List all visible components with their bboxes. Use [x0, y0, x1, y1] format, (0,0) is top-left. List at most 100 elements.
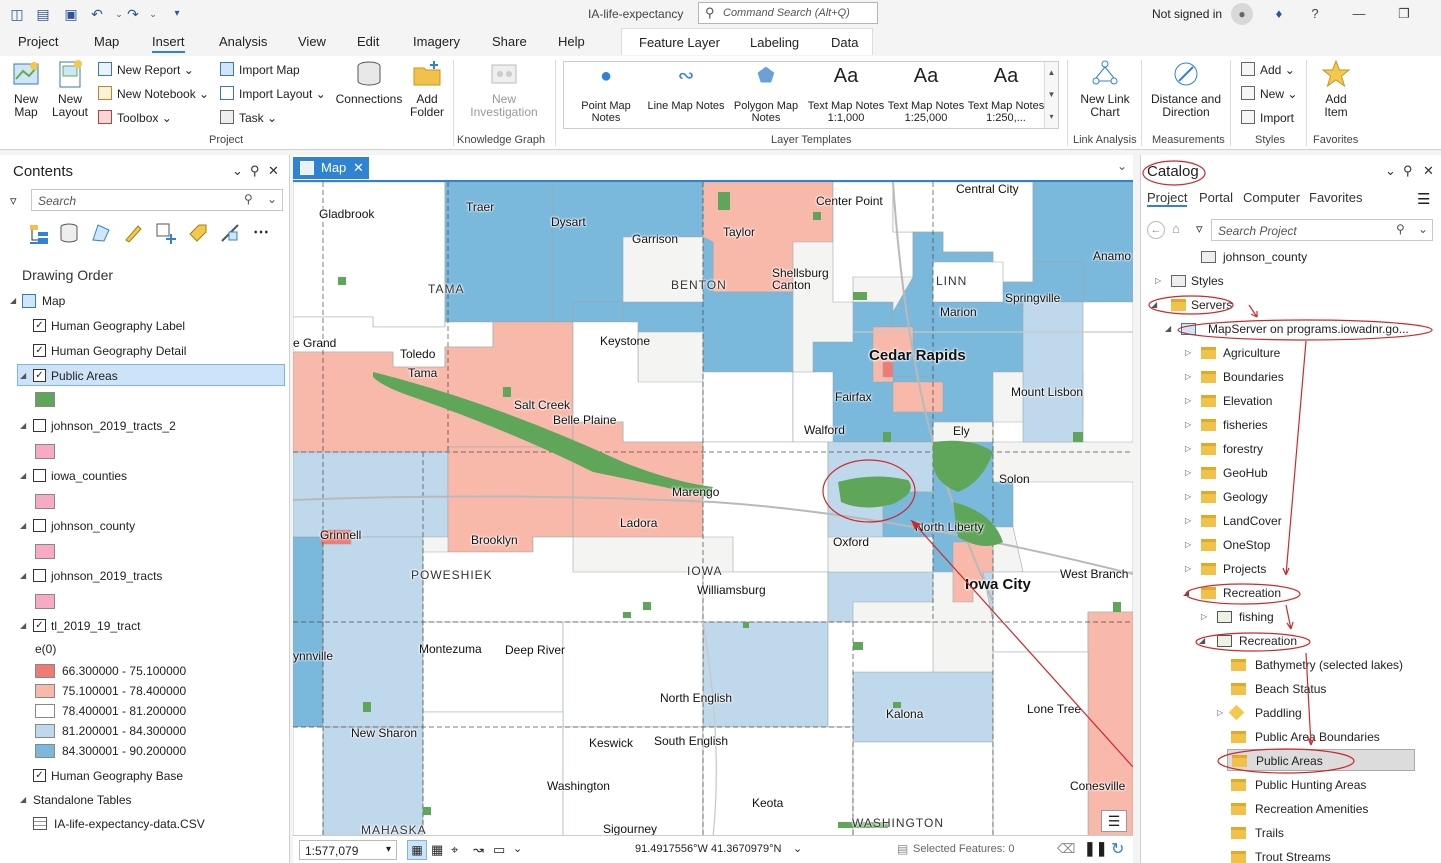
save-icon[interactable]: ▣ [62, 5, 80, 23]
grid-icon[interactable]: ▦ [431, 842, 443, 858]
list-by-source-icon[interactable] [58, 222, 80, 244]
pin-icon[interactable]: ⚲ [1403, 163, 1413, 179]
close-icon[interactable]: ✕ [268, 163, 279, 179]
customize-toolbar-icon[interactable]: ▾ [168, 5, 186, 23]
text-map-notes-25000-template[interactable]: Aa Text Map Notes 1:25,000 [886, 62, 966, 128]
list-by-drawing-order-icon[interactable] [28, 222, 50, 244]
catalog-search-input[interactable]: Search Project ⚲ ⌄ [1211, 219, 1433, 241]
expand-arrow-icon[interactable]: ▷ [1185, 510, 1191, 532]
tab-help[interactable]: Help [558, 34, 585, 49]
catalog-layer-paddling[interactable]: ▷ Paddling [1217, 702, 1302, 724]
catalog-folder-agriculture[interactable]: ▷ Agriculture [1185, 342, 1280, 364]
expand-arrow-icon[interactable]: ▷ [1185, 438, 1191, 460]
collapse-arrow-icon[interactable]: ◢ [20, 515, 26, 537]
catalog-folder-geology[interactable]: ▷ Geology [1185, 486, 1268, 508]
catalog-folder-forestry[interactable]: ▷ forestry [1185, 438, 1263, 460]
import-map-button[interactable]: Import Map [220, 62, 300, 77]
layer-tl-2019-19-tract[interactable]: ◢ ✓ tl_2019_19_tract [0, 615, 285, 637]
tab-dropdown-icon[interactable]: ⌄ [1117, 159, 1127, 173]
gallery-scrollbar[interactable]: ▲ ▼ ▾ [1044, 62, 1058, 128]
collapse-arrow-icon[interactable]: ◢ [20, 365, 26, 387]
snapping-icon[interactable]: ↝ [473, 842, 484, 858]
scroll-down-icon[interactable]: ▼ [1045, 84, 1058, 106]
collapse-arrow-icon[interactable]: ◢ [20, 789, 26, 811]
tab-project[interactable]: Project [18, 34, 58, 49]
layer-checkbox[interactable]: ✓ [33, 769, 46, 782]
expand-arrow-icon[interactable]: ▷ [1185, 534, 1191, 556]
catalog-item-styles[interactable]: ▷ Styles [1155, 270, 1224, 292]
polygon-map-notes-template[interactable]: ⬟ Polygon Map Notes [726, 62, 806, 128]
catalog-folder-projects[interactable]: ▷ Projects [1185, 558, 1266, 580]
refresh-icon[interactable]: ↻ [1111, 839, 1124, 859]
catalog-layer-bathymetry[interactable]: Bathymetry (selected lakes) [1231, 654, 1403, 676]
layer-human-geography-detail[interactable]: ✓ Human Geography Detail [0, 340, 285, 362]
layer-human-geography-label[interactable]: ✓ Human Geography Label [0, 315, 285, 337]
constraint-icon[interactable]: ▭ [493, 842, 505, 858]
collapse-arrow-icon[interactable]: ◢ [20, 615, 26, 637]
open-project-icon[interactable]: ◫ [8, 5, 26, 23]
tab-feature-layer[interactable]: Feature Layer [639, 35, 720, 50]
task-button[interactable]: Task ⌄ [220, 110, 277, 125]
public-areas-symbol[interactable] [35, 392, 55, 407]
map-canvas[interactable]: Gladbrook Traer Dysart Garrison Taylor C… [293, 180, 1133, 835]
layer-public-areas[interactable]: ◢ ✓ Public Areas [17, 364, 285, 386]
expand-arrow-icon[interactable]: ▷ [1217, 702, 1223, 724]
add-folder-button[interactable]: Add Folder [406, 59, 448, 119]
expand-arrow-icon[interactable]: ▷ [1185, 558, 1191, 580]
collapse-arrow-icon[interactable]: ◢ [20, 465, 26, 487]
minimize-icon[interactable]: — [1350, 5, 1368, 23]
coordinates-dropdown-icon[interactable]: ⌄ [793, 842, 802, 855]
catalog-folder-elevation[interactable]: ▷ Elevation [1185, 390, 1272, 412]
catalog-layer-public-hunting-areas[interactable]: Public Hunting Areas [1231, 774, 1366, 796]
catalog-layer-trails[interactable]: Trails [1231, 822, 1284, 844]
layer-checkbox[interactable]: ✓ [33, 369, 46, 382]
layer-johnson-2019-tracts[interactable]: ◢ johnson_2019_tracts [0, 565, 285, 587]
list-by-selection-icon[interactable] [90, 222, 112, 244]
redo-dropdown-icon[interactable]: ⌄ [144, 5, 162, 23]
options-dropdown-icon[interactable]: ⌄ [513, 842, 522, 855]
tab-map[interactable]: Map [94, 34, 119, 49]
collapse-arrow-icon[interactable]: ◢ [1183, 582, 1189, 604]
close-icon[interactable]: ✕ [1423, 163, 1434, 179]
collapse-arrow-icon[interactable]: ◢ [10, 290, 16, 312]
avatar[interactable]: ● [1231, 3, 1253, 25]
import-style-button[interactable]: Import [1241, 110, 1294, 125]
redo-icon[interactable]: ↷ [124, 5, 142, 23]
folder-icon[interactable]: ▤ [34, 5, 52, 23]
new-map-button[interactable]: New Map [6, 59, 46, 119]
layer-checkbox[interactable] [33, 569, 46, 582]
tab-view[interactable]: View [298, 34, 326, 49]
standalone-tables-node[interactable]: ◢ Standalone Tables [0, 789, 285, 811]
collapse-arrow-icon[interactable]: ◢ [20, 415, 26, 437]
text-map-notes-250000-template[interactable]: Aa Text Map Notes 1:250,... [966, 62, 1046, 128]
more-options-icon[interactable]: ⋯ [253, 222, 269, 242]
tab-insert[interactable]: Insert [152, 34, 185, 53]
hamburger-menu-icon[interactable]: ☰ [1417, 190, 1430, 208]
catalog-layer-public-areas[interactable]: Public Areas [1227, 749, 1415, 771]
fixed-scale-icon[interactable]: ▦ [407, 840, 427, 860]
pin-icon[interactable]: ⚲ [250, 163, 260, 179]
expand-arrow-icon[interactable]: ▷ [1185, 390, 1191, 412]
refresh-selection-icon[interactable]: ⌫ [1057, 841, 1075, 857]
catalog-layer-recreation-amenities[interactable]: Recreation Amenities [1231, 798, 1368, 820]
restore-icon[interactable]: ❐ [1395, 5, 1413, 23]
contents-search-input[interactable]: Search ⚲ ⌄ [31, 189, 283, 211]
expand-arrow-icon[interactable]: ▷ [1185, 462, 1191, 484]
scale-selector[interactable]: 1:577,079 ▾ [299, 840, 397, 860]
catalog-item-johnson-county[interactable]: johnson_county [1201, 246, 1307, 268]
expand-arrow-icon[interactable]: ▷ [1185, 342, 1191, 364]
filter-icon[interactable]: ▿ [10, 193, 17, 209]
new-layout-button[interactable]: New Layout [48, 59, 92, 119]
tab-labeling[interactable]: Labeling [750, 35, 799, 50]
connections-button[interactable]: Connections [334, 59, 404, 106]
help-icon[interactable]: ? [1306, 5, 1324, 23]
layer-symbol[interactable] [35, 494, 55, 509]
home-icon[interactable]: ⌂ [1172, 221, 1180, 236]
catalog-item-servers[interactable]: ◢ Servers [1151, 294, 1232, 316]
tab-imagery[interactable]: Imagery [413, 34, 460, 49]
collapse-arrow-icon[interactable]: ◢ [20, 565, 26, 587]
catalog-tab-favorites[interactable]: Favorites [1309, 190, 1362, 205]
scroll-up-icon[interactable]: ▲ [1045, 62, 1058, 84]
expand-arrow-icon[interactable]: ▷ [1185, 414, 1191, 436]
layer-checkbox[interactable]: ✓ [33, 619, 46, 632]
